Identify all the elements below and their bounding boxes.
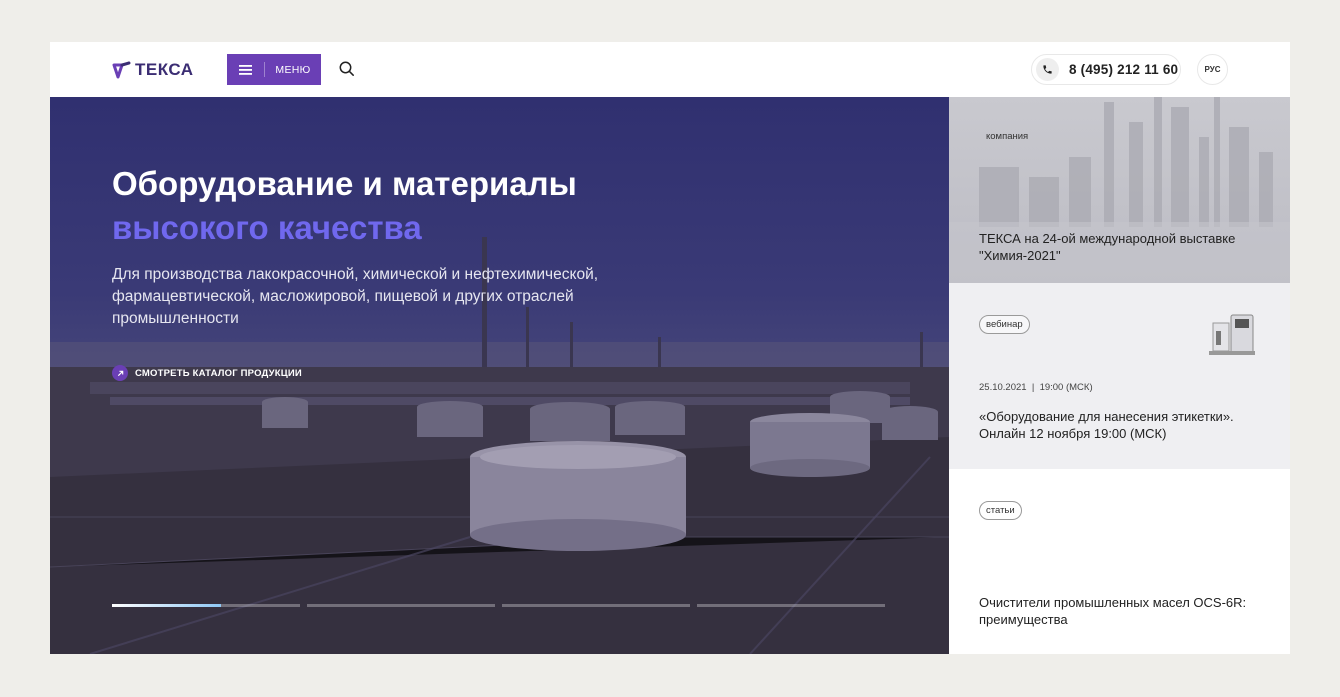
slider-progress [112,604,885,607]
news-title[interactable]: «Оборудование для нанесения этикетки». О… [979,408,1269,442]
news-title[interactable]: ТЕКСА на 24-ой международной выставке "Х… [979,230,1269,264]
slide-progress-fill [112,604,222,607]
arrow-up-right-icon [112,365,128,381]
logo[interactable]: ТЕКСА [112,60,194,80]
phone-number: 8 (495) 212 11 60 [1069,62,1179,77]
news-card-company[interactable]: компания ТЕКСА на 24-ой международной вы… [949,97,1290,283]
hero-slider: Оборудование и материалы высокого качест… [50,97,949,654]
search-icon[interactable] [339,61,355,82]
news-date: 25.10.2021 | 19:00 (МСК) [979,382,1093,393]
slide-indicator-4[interactable] [697,604,885,607]
menu-label: МЕНЮ [275,63,311,76]
news-card-webinar[interactable]: вебинар 25.10.2021 | 19:00 (МСК) «Оборуд… [949,283,1290,469]
slide-indicator-3[interactable] [502,604,690,607]
news-card-articles[interactable]: статьи Очистители промышленных масел OCS… [949,469,1290,654]
page-frame: ТЕКСА МЕНЮ 8 (495) 212 11 60 РУС Оборудо… [50,42,1290,654]
logo-icon [112,61,131,79]
site-header: ТЕКСА МЕНЮ 8 (495) 212 11 60 РУС [50,42,1290,97]
news-tag[interactable]: вебинар [979,315,1030,334]
phone-icon [1036,58,1059,81]
language-switch[interactable]: РУС [1197,54,1228,85]
hero-description: Для производства лакокрасочной, химическ… [112,266,599,327]
hero-title-line2: высокого качества [112,209,422,246]
slide-indicator-2[interactable] [307,604,495,607]
catalog-link[interactable]: СМОТРЕТЬ КАТАЛОГ ПРОДУКЦИИ [112,365,302,381]
hamburger-icon [227,62,265,77]
catalog-link-label: СМОТРЕТЬ КАТАЛОГ ПРОДУКЦИИ [135,367,302,379]
hero-title-line1: Оборудование и материалы [112,165,577,202]
menu-button[interactable]: МЕНЮ [227,54,321,85]
news-tag[interactable]: компания [986,131,1028,142]
news-tag[interactable]: статьи [979,501,1022,520]
logo-text: ТЕКСА [135,60,194,79]
hero-title: Оборудование и материалы высокого качест… [112,162,577,250]
news-title[interactable]: Очистители промышленных масел OCS-6R: пр… [979,594,1269,628]
labeling-machine-image [1209,314,1255,355]
slide-indicator-1[interactable] [112,604,300,607]
phone-link[interactable]: 8 (495) 212 11 60 [1031,54,1181,85]
